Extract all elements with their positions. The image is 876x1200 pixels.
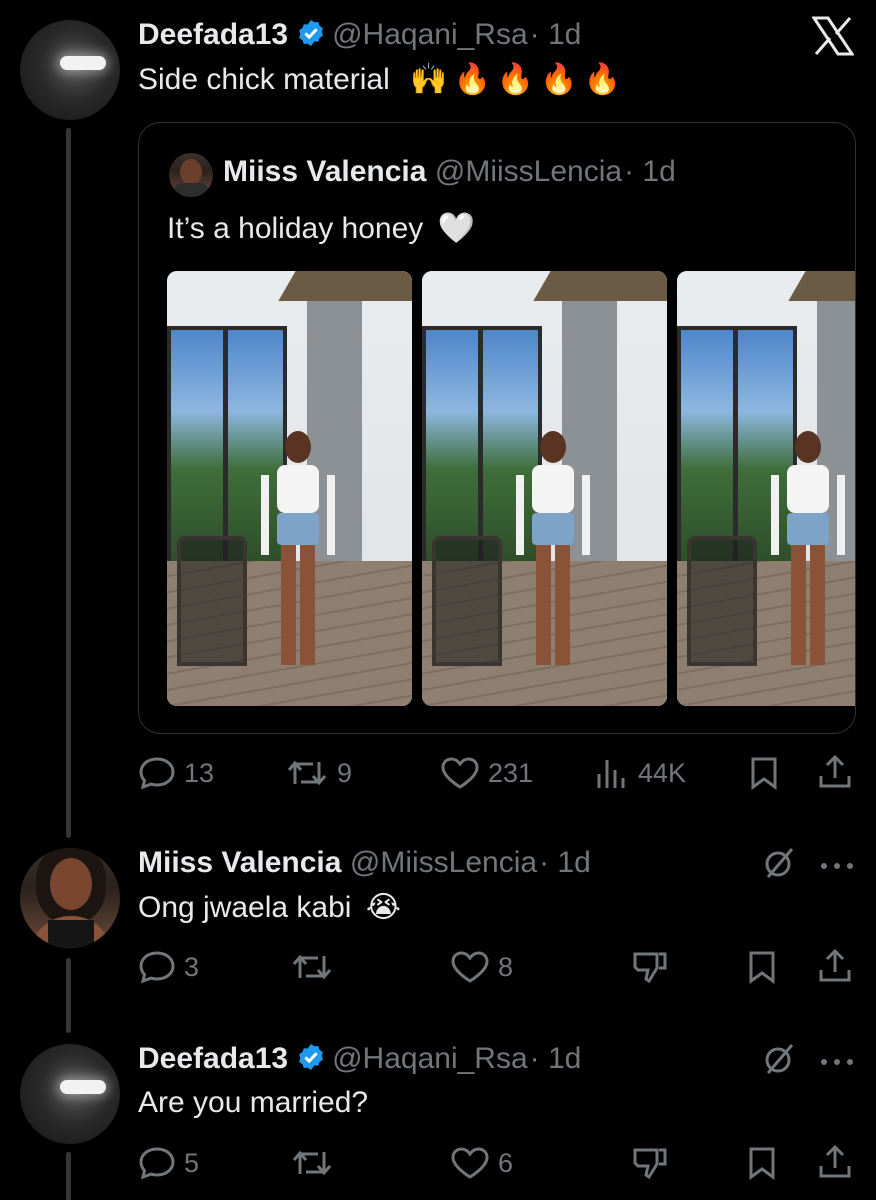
bookmark-button[interactable]: [746, 950, 778, 989]
downvote-button[interactable]: [632, 1146, 668, 1185]
share-icon: [819, 1144, 851, 1178]
reply-text: Ong jwaela kabi 😭: [138, 890, 401, 925]
reply-body: Ong jwaela kabi: [138, 891, 352, 924]
repost-button[interactable]: 9: [285, 756, 352, 790]
heart-icon: [451, 951, 489, 983]
quoted-photo-3[interactable]: [677, 271, 855, 706]
quoted-body: It’s a holiday honey: [167, 212, 424, 245]
grok-icon[interactable]: [762, 1042, 796, 1081]
quoted-avatar: [169, 153, 213, 197]
reply-header: Miiss Valencia @MiissLencia· 1d: [138, 846, 591, 880]
views-icon: [597, 760, 625, 788]
quoted-tweet-card[interactable]: Miiss Valencia @MiissLencia· 1d It’s a h…: [138, 122, 856, 734]
repost-button[interactable]: [290, 1146, 334, 1180]
verified-badge-icon: [299, 19, 323, 47]
thumbs-down-icon: [633, 952, 667, 984]
author-handle[interactable]: @Haqani_Rsa: [332, 18, 528, 51]
like-count: 6: [498, 1147, 514, 1178]
tweet-body: Side chick material: [138, 63, 390, 96]
reply-count: 5: [184, 1147, 200, 1178]
thread-line: [66, 128, 71, 838]
more-options-icon[interactable]: [820, 858, 854, 876]
quoted-author-handle[interactable]: @MiissLencia: [435, 155, 622, 188]
tweet-time[interactable]: · 1d: [530, 18, 582, 51]
bookmark-icon: [749, 1147, 775, 1180]
white-heart-emoji: 🤍: [437, 212, 475, 245]
avatar[interactable]: [20, 848, 120, 948]
avatar[interactable]: [20, 1044, 120, 1144]
downvote-button[interactable]: [632, 950, 668, 989]
share-button[interactable]: [818, 754, 852, 795]
crying-emoji: 😭: [365, 891, 401, 924]
thread-line: [66, 1152, 71, 1200]
quoted-author-name[interactable]: Miiss Valencia: [223, 155, 426, 188]
repost-icon: [292, 1150, 332, 1176]
quoted-header: Miiss Valencia @MiissLencia· 1d: [223, 155, 676, 189]
more-options-icon[interactable]: [820, 1054, 854, 1072]
author-handle[interactable]: @Haqani_Rsa: [332, 1042, 528, 1075]
like-button[interactable]: 8: [450, 950, 513, 984]
tweet-time[interactable]: · 1d: [539, 846, 591, 879]
author-name[interactable]: Miiss Valencia: [138, 846, 341, 879]
quoted-photo-2[interactable]: [422, 271, 667, 706]
repost-icon: [287, 760, 327, 786]
bookmark-icon: [749, 951, 775, 984]
thumbs-down-icon: [633, 1148, 667, 1180]
quoted-time[interactable]: · 1d: [624, 155, 676, 188]
repost-count: 9: [337, 757, 353, 788]
share-button[interactable]: [818, 948, 852, 989]
bookmark-icon: [751, 757, 777, 790]
author-handle[interactable]: @MiissLencia: [350, 846, 537, 879]
author-name[interactable]: Deefada13: [138, 1042, 288, 1075]
emoji-group: 🙌🔥🔥🔥🔥: [410, 63, 627, 96]
quoted-photo-1[interactable]: [167, 271, 412, 706]
reply-count: 3: [184, 951, 200, 982]
verified-badge-icon: [299, 1043, 323, 1071]
reply-text: Are you married?: [138, 1086, 369, 1119]
reply-button[interactable]: 3: [138, 950, 199, 984]
thread-line: [66, 958, 71, 1033]
heart-icon: [441, 757, 479, 789]
author-name[interactable]: Deefada13: [138, 18, 288, 51]
bookmark-button[interactable]: [746, 1146, 778, 1185]
avatar[interactable]: [20, 20, 120, 120]
quoted-text: It’s a holiday honey 🤍: [167, 211, 475, 246]
like-count: 8: [498, 951, 514, 982]
bookmark-button[interactable]: [748, 756, 780, 795]
tweet-text: Side chick material 🙌🔥🔥🔥🔥: [138, 62, 627, 97]
reply-icon: [139, 757, 175, 790]
like-button[interactable]: 6: [450, 1146, 513, 1180]
share-icon: [819, 754, 851, 788]
reply-icon: [139, 1147, 175, 1180]
share-icon: [819, 948, 851, 982]
reply-header: Deefada13 @Haqani_Rsa· 1d: [138, 1042, 581, 1076]
heart-icon: [451, 1147, 489, 1179]
x-logo-icon[interactable]: [811, 16, 855, 61]
repost-icon: [292, 954, 332, 980]
reply-button[interactable]: 13: [138, 756, 214, 790]
like-button[interactable]: 231: [440, 756, 533, 790]
views-button[interactable]: 44K: [594, 756, 686, 790]
tweet-time[interactable]: · 1d: [530, 1042, 582, 1075]
tweet-header: Deefada13 @Haqani_Rsa· 1d: [138, 18, 581, 52]
share-button[interactable]: [818, 1144, 852, 1185]
reply-button[interactable]: 5: [138, 1146, 199, 1180]
reply-icon: [139, 951, 175, 984]
grok-icon[interactable]: [762, 846, 796, 885]
reply-count: 13: [184, 757, 215, 788]
views-count: 44K: [638, 757, 687, 788]
like-count: 231: [488, 757, 534, 788]
repost-button[interactable]: [290, 950, 334, 984]
